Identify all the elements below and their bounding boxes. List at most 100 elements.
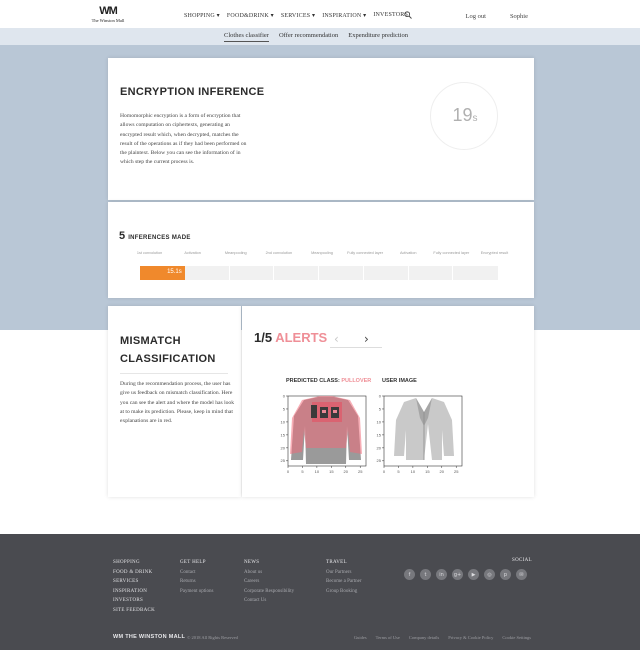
user-image-plot: 0 5 10 15 20 25 0 5 10 15 20 25 bbox=[377, 393, 463, 474]
x-tick-label: 10 bbox=[315, 469, 320, 474]
mismatch-title: MISMATCH CLASSIFICATION bbox=[120, 335, 216, 365]
copyright: © 2018 All Rights Reserved bbox=[187, 635, 238, 640]
y-tick-label: 20 bbox=[377, 445, 382, 450]
youtube-icon[interactable]: ▶ bbox=[468, 569, 479, 580]
footer-link[interactable]: Group Booking bbox=[326, 587, 362, 597]
y-tick-label: 25 bbox=[281, 458, 286, 463]
footer-heading: NEWS bbox=[244, 560, 260, 565]
search-icon[interactable] bbox=[404, 11, 412, 19]
stage-label: Encrypted result bbox=[480, 251, 509, 255]
stage-label: Activation bbox=[184, 251, 201, 255]
chevron-left-icon[interactable]: ‹ bbox=[334, 332, 339, 346]
y-tick-label: 5 bbox=[379, 406, 382, 411]
footer-link[interactable]: SITE FEEDBACK bbox=[113, 606, 155, 616]
stage-labels: 1st convolution Activation Meanpooling 2nd … bbox=[128, 251, 516, 261]
y-tick-label: 0 bbox=[283, 393, 286, 398]
legal-link[interactable]: Company details bbox=[409, 635, 439, 640]
inferences-count: 5 bbox=[119, 230, 126, 242]
predicted-class-label: PREDICTED CLASS: PULLOVER bbox=[286, 378, 372, 384]
alerts-word: ALERTS bbox=[275, 330, 328, 345]
instagram-icon[interactable]: ◎ bbox=[484, 569, 495, 580]
footer-link[interactable]: Payment options bbox=[180, 587, 213, 597]
encryption-card: ENCRYPTION INFERENCE Homomorphic encrypt… bbox=[108, 58, 534, 200]
footer-link[interactable]: FOOD & DRINK bbox=[113, 568, 155, 578]
footer-link[interactable]: INSPIRATION bbox=[113, 587, 155, 597]
footer-link[interactable]: SERVICES bbox=[113, 577, 155, 587]
y-tick-label: 0 bbox=[379, 393, 382, 398]
stage-label: Meanpooling bbox=[224, 251, 247, 255]
alert-pager: ‹ › bbox=[330, 330, 382, 348]
timer-value: 19s bbox=[452, 105, 478, 125]
logo-text: The Winston Mall bbox=[91, 18, 125, 23]
x-tick-label: 15 bbox=[329, 469, 334, 474]
tab-offer-recommendation[interactable]: Offer recommendation bbox=[279, 32, 338, 42]
stage-label: 2nd convolution bbox=[265, 251, 293, 255]
footer-link[interactable]: Contact bbox=[180, 568, 213, 578]
tab-expenditure-prediction[interactable]: Expenditure prediction bbox=[348, 32, 408, 42]
footer-link[interactable]: INVESTORS bbox=[113, 596, 155, 606]
y-tick-label: 15 bbox=[281, 432, 286, 437]
alerts-counter: 1/5 bbox=[254, 330, 273, 345]
inferences-label: INFERENCES MADE bbox=[128, 235, 191, 241]
footer-link[interactable]: SHOPPING bbox=[113, 558, 155, 568]
chevron-right-icon[interactable]: › bbox=[364, 332, 369, 346]
tab-clothes-classifier[interactable]: Clothes classifier bbox=[224, 32, 269, 42]
inferences-card: 5 INFERENCES MADE 1st convolution Activat… bbox=[108, 202, 534, 298]
explanation-heatmap-plot: 0 5 10 15 20 25 0 5 10 15 20 25 bbox=[281, 393, 367, 474]
nav-item-services[interactable]: SERVICES ▾ bbox=[281, 12, 315, 19]
pinterest-icon[interactable]: p bbox=[500, 569, 511, 580]
footer-link[interactable]: Become a Partner bbox=[326, 577, 362, 587]
nav-item-inspiration[interactable]: INSPIRATION ▾ bbox=[322, 12, 366, 19]
predicted-class: PULLOVER bbox=[341, 378, 372, 384]
encryption-title: ENCRYPTION INFERENCE bbox=[120, 86, 265, 98]
stage-label: Fully connected layer bbox=[347, 251, 384, 255]
footer-link[interactable]: Careers bbox=[244, 577, 294, 587]
legal-link[interactable]: Guides bbox=[354, 635, 367, 640]
legal-link[interactable]: Cookie Settings bbox=[502, 635, 531, 640]
mismatch-card: MISMATCH CLASSIFICATION During the recom… bbox=[108, 306, 241, 497]
social-title: SOCIAL bbox=[512, 558, 532, 563]
progress-label: 15.1s bbox=[167, 269, 182, 275]
nav-item-food-drink[interactable]: FOOD&DRINK ▾ bbox=[227, 12, 274, 19]
stage-label: Fully connected layer bbox=[433, 251, 470, 255]
x-tick-label: 0 bbox=[383, 469, 386, 474]
footer-link[interactable]: Contact Us bbox=[244, 596, 294, 606]
googleplus-icon[interactable]: g+ bbox=[452, 569, 463, 580]
x-tick-label: 25 bbox=[454, 469, 459, 474]
user-image-label: USER IMAGE bbox=[382, 378, 417, 384]
progress-segment-divider bbox=[140, 266, 454, 280]
x-tick-label: 25 bbox=[358, 469, 363, 474]
email-icon[interactable]: ✉ bbox=[516, 569, 527, 580]
logout-link[interactable]: Log out bbox=[466, 13, 486, 20]
footer-col-help: GET HELP Contact Returns Payment options bbox=[180, 558, 213, 596]
encryption-description: Homomorphic encryption is a form of encr… bbox=[120, 113, 247, 166]
divider bbox=[120, 373, 228, 374]
nav-item-shopping[interactable]: SHOPPING ▾ bbox=[184, 12, 220, 19]
alerts-card: 1/5 ALERTS ‹ › PREDICTED CLASS: PULLOVER… bbox=[242, 306, 534, 497]
social-links: f t in g+ ▶ ◎ p ✉ bbox=[404, 569, 527, 580]
stage-label: Activation bbox=[399, 251, 417, 255]
footer-link[interactable]: Our Partners bbox=[326, 568, 362, 578]
footer-link[interactable]: Corporate Responsibility bbox=[244, 587, 294, 597]
main-nav: SHOPPING ▾ FOOD&DRINK ▾ SERVICES ▾ INSPI… bbox=[184, 12, 408, 19]
progress-track: 15.1s bbox=[140, 266, 498, 280]
top-header: WM The Winston Mall SHOPPING ▾ FOOD&DRIN… bbox=[0, 0, 640, 28]
y-tick-label: 5 bbox=[283, 406, 286, 411]
x-tick-label: 5 bbox=[301, 469, 304, 474]
inferences-heading: 5 INFERENCES MADE bbox=[119, 230, 191, 242]
timer-circle: 19s bbox=[430, 82, 498, 150]
legal-link[interactable]: Privacy & Cookie Policy bbox=[448, 635, 493, 640]
footer-link[interactable]: About us bbox=[244, 568, 294, 578]
legal-link[interactable]: Terms of Use bbox=[376, 635, 400, 640]
twitter-icon[interactable]: t bbox=[420, 569, 431, 580]
nav-item-investors[interactable]: INVESTORS bbox=[373, 12, 408, 19]
footer-col-news: NEWS About us Careers Corporate Responsi… bbox=[244, 558, 294, 606]
footer-link[interactable]: Returns bbox=[180, 577, 213, 587]
logo[interactable]: WM The Winston Mall bbox=[88, 6, 128, 24]
facebook-icon[interactable]: f bbox=[404, 569, 415, 580]
linkedin-icon[interactable]: in bbox=[436, 569, 447, 580]
legal-links: Guides Terms of Use Company details Priv… bbox=[354, 635, 531, 640]
sub-nav: Clothes classifier Offer recommendation … bbox=[0, 28, 640, 45]
footer-logo[interactable]: WM THE WINSTON MALL bbox=[113, 634, 185, 640]
user-name[interactable]: Sophie bbox=[510, 13, 528, 20]
